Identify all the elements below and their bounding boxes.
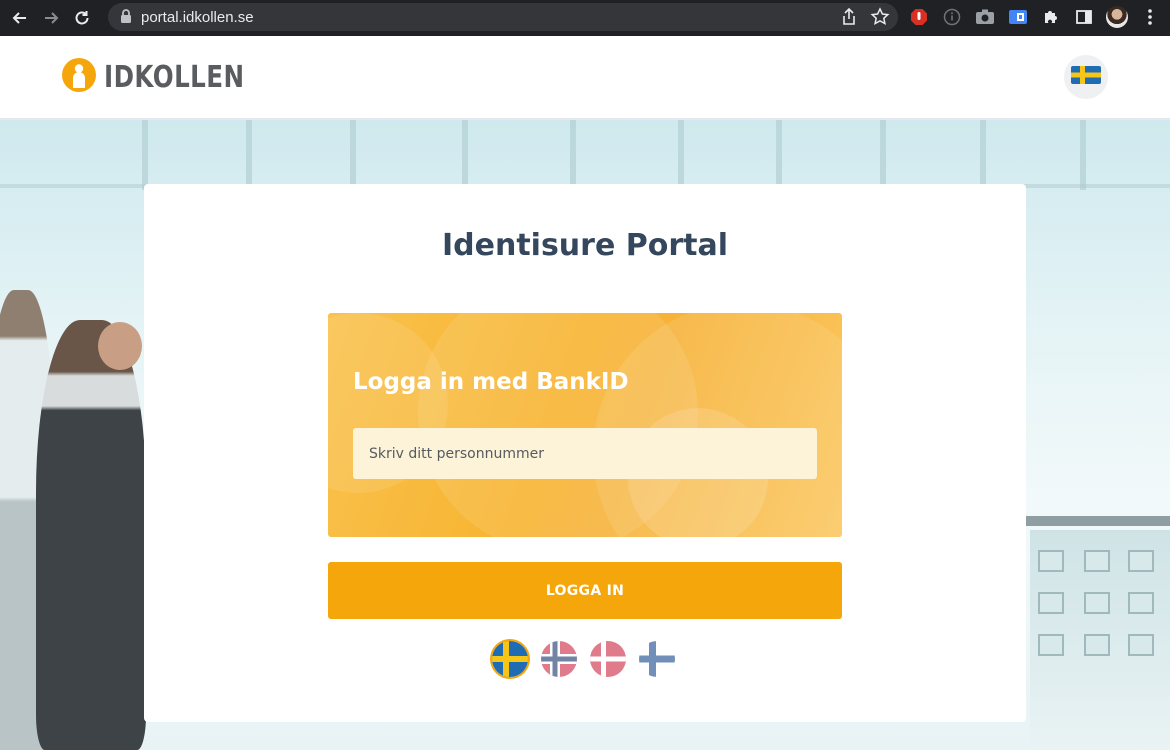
sweden-flag-icon[interactable] [492, 641, 528, 677]
translate-extension-icon[interactable] [1007, 6, 1029, 28]
bankid-panel: Logga in med BankID [328, 313, 842, 537]
language-selector-button[interactable] [1064, 55, 1108, 99]
camera-extension-icon[interactable] [974, 6, 996, 28]
login-card: Identisure Portal Logga in med BankID LO… [144, 184, 1026, 722]
bookmark-star-icon[interactable] [870, 7, 890, 31]
logo-text: IDKOLLEN [104, 59, 245, 95]
sweden-flag-icon [1071, 66, 1101, 88]
more-menu-icon[interactable] [1139, 6, 1161, 28]
share-icon[interactable] [840, 7, 858, 31]
person-logo-icon [62, 58, 96, 96]
forward-icon[interactable] [40, 7, 62, 29]
address-bar[interactable]: portal.idkollen.se [108, 3, 898, 31]
sidebar-panel-icon[interactable] [1073, 6, 1095, 28]
browser-toolbar: portal.idkollen.se [0, 0, 1170, 36]
info-extension-icon[interactable] [941, 6, 963, 28]
extensions-puzzle-icon[interactable] [1040, 6, 1062, 28]
url-text: portal.idkollen.se [141, 8, 254, 26]
idkollen-logo[interactable]: IDKOLLEN [62, 58, 275, 96]
reload-icon[interactable] [71, 7, 93, 29]
adblock-extension-icon[interactable] [908, 6, 930, 28]
language-flags [492, 641, 675, 677]
denmark-flag-icon[interactable] [590, 641, 626, 677]
site-header: IDKOLLEN [0, 36, 1170, 119]
login-button[interactable]: LOGGA IN [328, 562, 842, 619]
bankid-heading: Logga in med BankID [353, 369, 629, 395]
profile-avatar-icon[interactable] [1106, 6, 1128, 28]
personnummer-input[interactable] [353, 428, 817, 479]
lock-icon [120, 8, 132, 27]
norway-flag-icon[interactable] [541, 641, 577, 677]
finland-flag-icon[interactable] [639, 641, 675, 677]
page-title: Identisure Portal [441, 228, 729, 263]
back-icon[interactable] [9, 7, 31, 29]
